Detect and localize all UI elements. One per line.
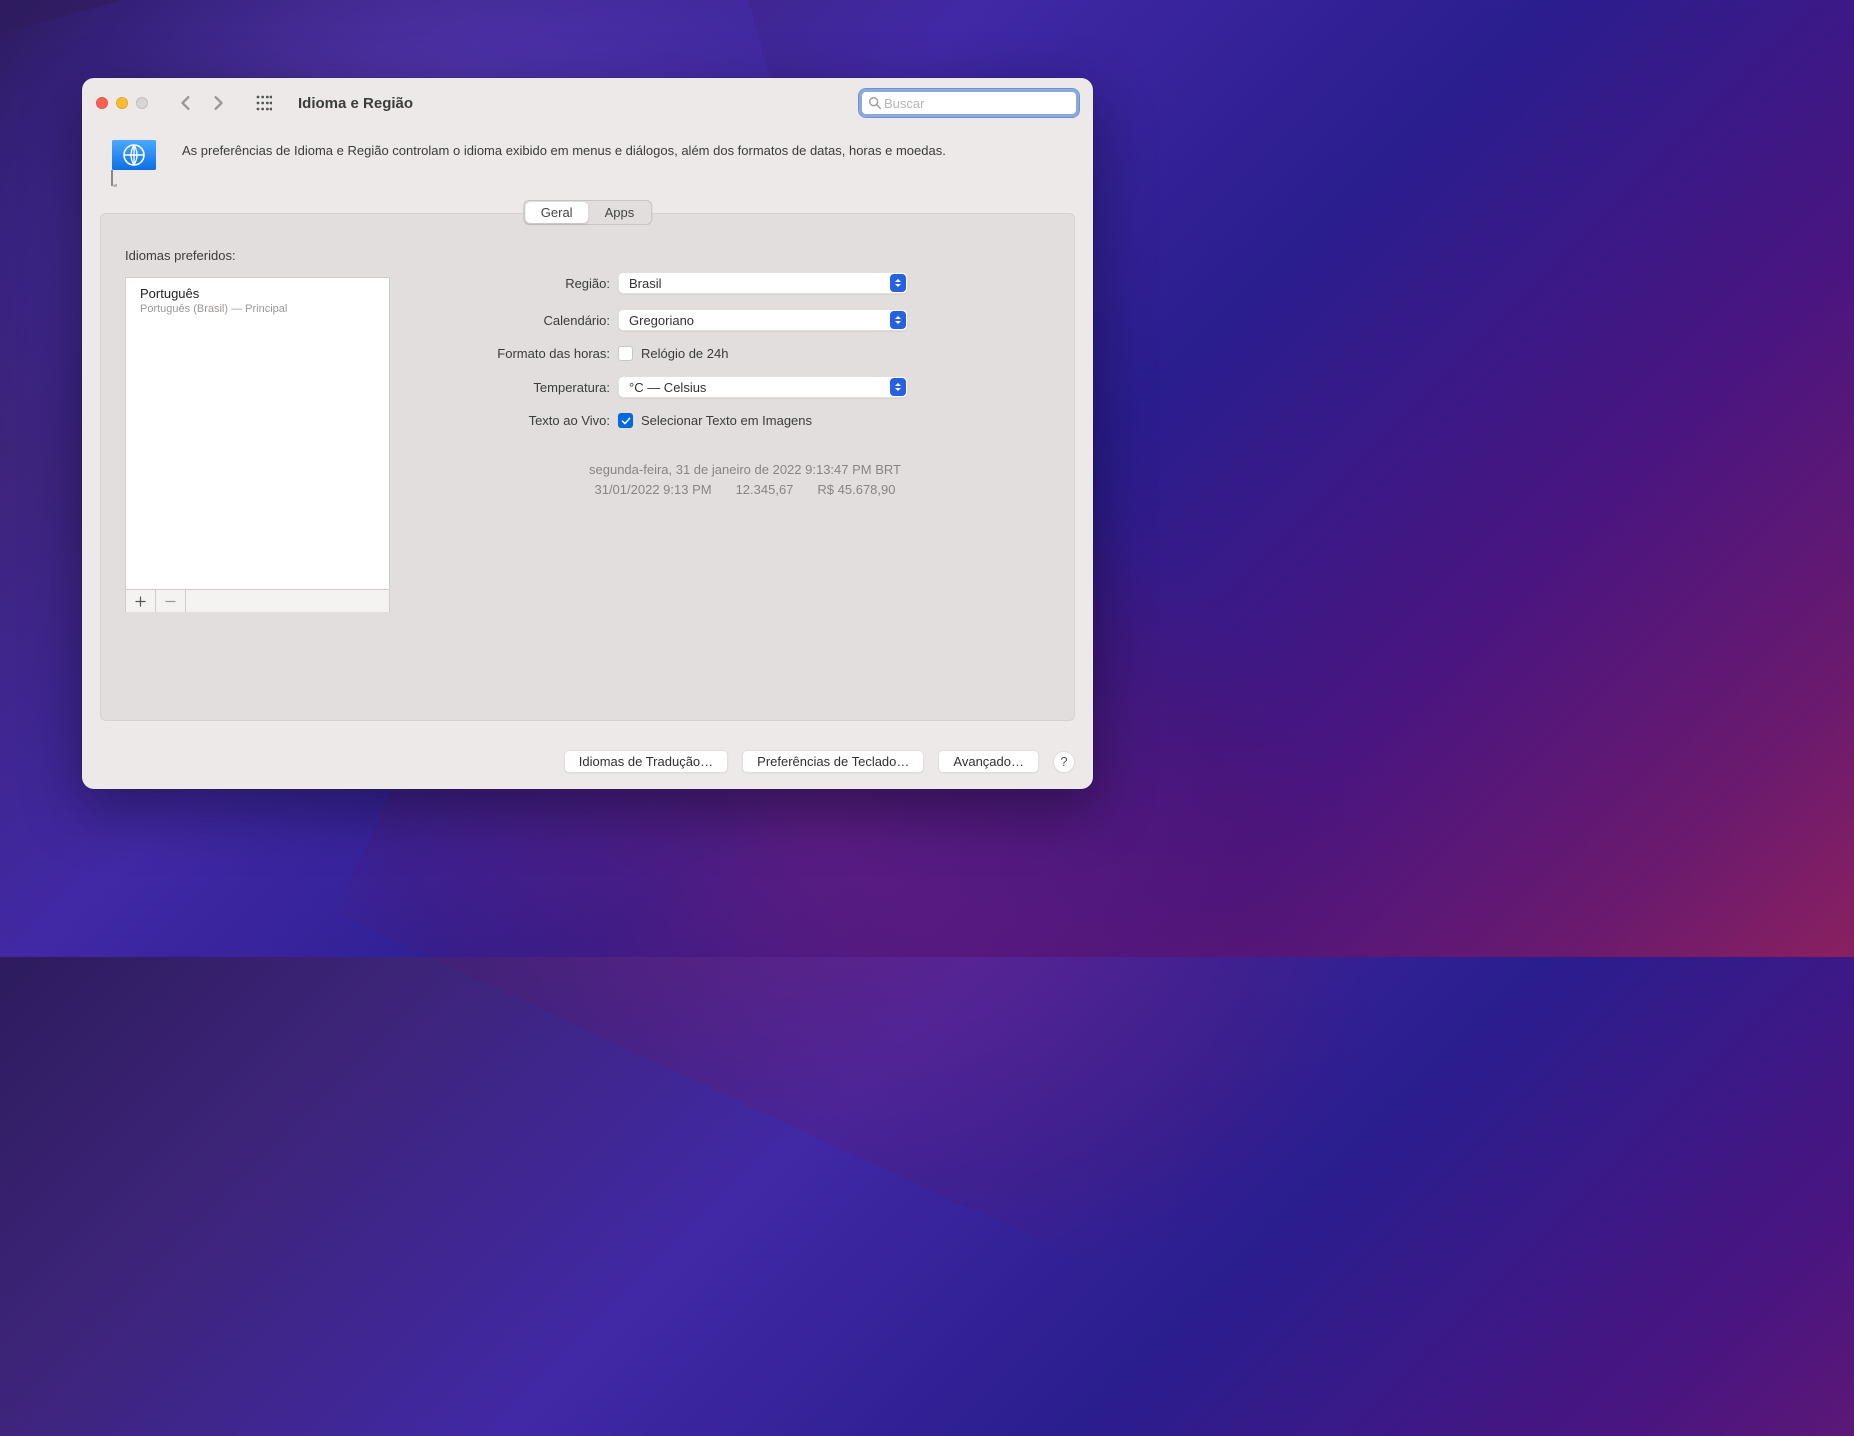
- sample-date: 31/01/2022 9:13 PM: [594, 480, 711, 500]
- sample-currency: R$ 45.678,90: [817, 480, 895, 500]
- show-all-button[interactable]: [252, 91, 276, 115]
- check-icon: [621, 416, 631, 426]
- chevron-right-icon: [211, 96, 225, 110]
- keyboard-preferences-button[interactable]: Preferências de Teclado…: [742, 750, 924, 773]
- back-button[interactable]: [174, 91, 198, 115]
- minimize-button[interactable]: [116, 97, 128, 109]
- livetext-label: Texto ao Vivo:: [440, 413, 618, 428]
- window-title: Idioma e Região: [298, 95, 413, 112]
- region-value: Brasil: [629, 276, 662, 291]
- select-arrows-icon: [890, 311, 906, 329]
- header-description: As preferências de Idioma e Região contr…: [182, 136, 946, 161]
- 24h-label: Relógio de 24h: [641, 346, 728, 361]
- calendar-value: Gregoriano: [629, 313, 694, 328]
- chevron-left-icon: [179, 96, 193, 110]
- region-label: Região:: [440, 276, 618, 291]
- format-sample: segunda-feira, 31 de janeiro de 2022 9:1…: [440, 460, 1050, 499]
- add-language-button[interactable]: [126, 590, 156, 612]
- temperature-select[interactable]: °C — Celsius: [618, 376, 908, 398]
- maximize-button: [136, 97, 148, 109]
- content-panel: Geral Apps Idiomas preferidos: Português…: [100, 213, 1075, 721]
- search-icon: [868, 96, 882, 110]
- tab-bar: Geral Apps: [523, 200, 652, 225]
- nav-buttons: [174, 91, 230, 115]
- grid-icon: [256, 95, 272, 111]
- language-list[interactable]: Português Português (Brasil) — Principal: [125, 277, 390, 612]
- 24h-checkbox[interactable]: [618, 346, 633, 361]
- region-select[interactable]: Brasil: [618, 272, 908, 294]
- preferred-languages-label: Idiomas preferidos:: [125, 248, 390, 263]
- list-toolbar: [126, 589, 389, 611]
- calendar-label: Calendário:: [440, 313, 618, 328]
- livetext-check-label: Selecionar Texto em Imagens: [641, 413, 812, 428]
- livetext-checkbox[interactable]: [618, 413, 633, 428]
- language-region-icon: [108, 134, 164, 195]
- remove-language-button[interactable]: [156, 590, 186, 612]
- help-button[interactable]: ?: [1053, 751, 1075, 773]
- language-item[interactable]: Português Português (Brasil) — Principal: [126, 278, 389, 319]
- select-arrows-icon: [890, 274, 906, 292]
- preferences-window: Idioma e Região As preferências de Idiom…: [82, 78, 1093, 789]
- list-toolbar-spacer: [186, 590, 389, 612]
- temperature-label: Temperatura:: [440, 380, 618, 395]
- close-button[interactable]: [96, 97, 108, 109]
- plus-icon: [135, 596, 146, 607]
- tab-general[interactable]: Geral: [525, 202, 589, 223]
- language-name: Português: [140, 286, 375, 301]
- translation-languages-button[interactable]: Idiomas de Tradução…: [564, 750, 728, 773]
- titlebar: Idioma e Região: [82, 78, 1093, 128]
- minus-icon: [165, 596, 176, 607]
- sample-number: 12.345,67: [736, 480, 794, 500]
- select-arrows-icon: [890, 378, 906, 396]
- tab-apps[interactable]: Apps: [589, 202, 651, 223]
- sample-line1: segunda-feira, 31 de janeiro de 2022 9:1…: [440, 460, 1050, 480]
- temperature-value: °C — Celsius: [629, 380, 706, 395]
- search-input[interactable]: [884, 96, 1070, 111]
- forward-button[interactable]: [206, 91, 230, 115]
- search-field[interactable]: [859, 89, 1079, 117]
- calendar-select[interactable]: Gregoriano: [618, 309, 908, 331]
- language-subtitle: Português (Brasil) — Principal: [140, 303, 375, 315]
- bottom-buttons: Idiomas de Tradução… Preferências de Tec…: [564, 750, 1075, 773]
- advanced-button[interactable]: Avançado…: [938, 750, 1039, 773]
- timeformat-label: Formato das horas:: [440, 346, 618, 361]
- traffic-lights: [96, 97, 148, 109]
